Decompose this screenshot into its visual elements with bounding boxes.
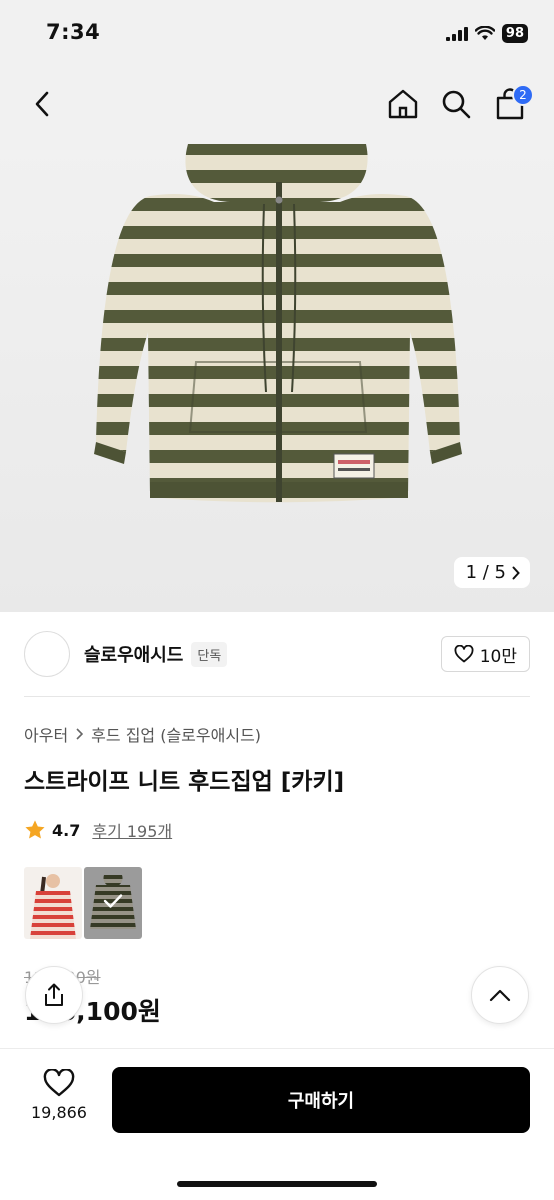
search-icon xyxy=(442,90,471,119)
star-icon xyxy=(25,820,45,839)
status-time: 7:34 xyxy=(46,20,101,44)
wishlist-count: 19,866 xyxy=(31,1103,87,1122)
rating-value: 4.7 xyxy=(52,820,81,840)
review-link[interactable]: 후기 195개 xyxy=(92,818,172,842)
product-image-gallery[interactable]: 1 / 5 xyxy=(0,142,554,612)
exclusive-tag: 단독 xyxy=(191,641,228,667)
brand-name[interactable]: 슬로우애시드 xyxy=(84,641,183,667)
home-icon xyxy=(388,89,418,119)
status-bar: 7:34 98 xyxy=(0,0,554,66)
color-options xyxy=(24,867,142,939)
chevron-right-icon xyxy=(512,566,520,579)
battery-indicator: 98 xyxy=(501,24,528,43)
divider xyxy=(24,696,530,697)
color-option-khaki[interactable] xyxy=(84,867,142,939)
scroll-top-button[interactable] xyxy=(471,966,529,1024)
status-icons: 98 xyxy=(445,24,528,43)
chevron-right-icon xyxy=(76,728,84,740)
check-icon xyxy=(103,894,123,908)
share-icon xyxy=(45,983,63,1006)
cart-badge: 2 xyxy=(512,84,534,106)
breadcrumb: 아우터 후드 집업 (슬로우애시드) xyxy=(24,722,261,746)
color-option-red[interactable] xyxy=(24,867,82,939)
signal-icon xyxy=(445,26,468,41)
top-nav: 2 xyxy=(0,66,554,142)
search-button[interactable] xyxy=(434,82,478,126)
bottom-bar: 19,866 구매하기 xyxy=(0,1048,554,1200)
cart-button[interactable]: 2 xyxy=(488,82,534,126)
buy-button[interactable]: 구매하기 xyxy=(112,1067,530,1133)
chevron-up-icon xyxy=(489,989,511,1001)
share-button[interactable] xyxy=(25,966,83,1024)
product-image xyxy=(94,144,462,503)
wifi-icon xyxy=(474,26,495,40)
back-icon xyxy=(35,91,49,117)
breadcrumb-category[interactable]: 아우터 xyxy=(24,722,68,746)
image-counter[interactable]: 1 / 5 xyxy=(453,557,530,588)
brand-like-count: 10만 xyxy=(479,646,517,667)
home-indicator xyxy=(177,1181,377,1187)
wishlist-button[interactable]: 19,866 xyxy=(20,1069,98,1122)
product-title: 스트라이프 니트 후드집업 [카키] xyxy=(24,769,345,795)
rating-row: 4.7 후기 195개 xyxy=(24,818,172,842)
back-button[interactable] xyxy=(20,82,64,126)
home-button[interactable] xyxy=(381,82,425,126)
heart-icon xyxy=(43,1069,75,1097)
breadcrumb-subcategory[interactable]: 후드 집업 (슬로우애시드) xyxy=(91,722,261,746)
red-variant-thumbnail xyxy=(24,867,82,939)
brand-logo[interactable] xyxy=(24,631,70,677)
brand-row: 슬로우애시드 단독 10만 xyxy=(24,628,530,680)
brand-like-button[interactable]: 10만 xyxy=(440,636,530,672)
image-counter-text: 1 / 5 xyxy=(465,562,506,583)
heart-icon xyxy=(454,645,474,663)
